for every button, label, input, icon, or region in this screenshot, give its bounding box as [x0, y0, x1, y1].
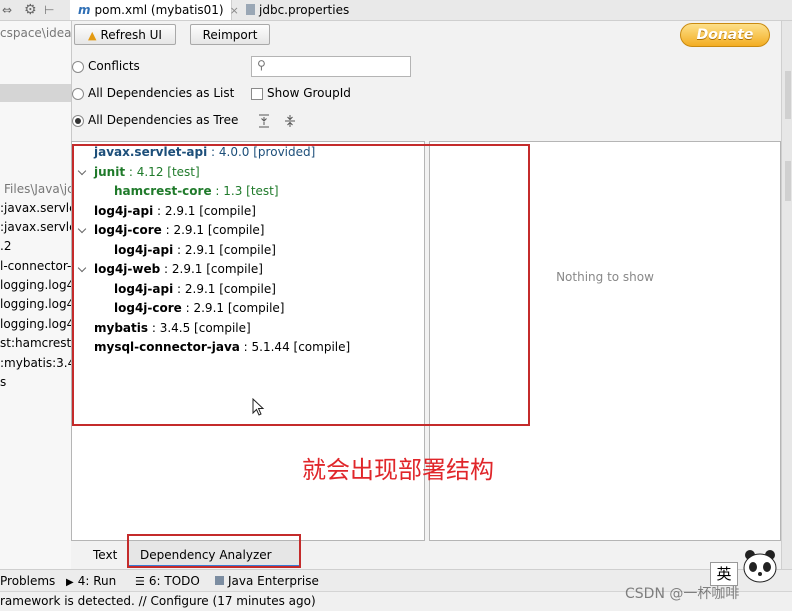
status-text: ramework is detected. // Configure (17 m…: [0, 594, 316, 608]
close-tab-icon[interactable]: ×: [230, 4, 239, 17]
show-groupid-checkbox[interactable]: [251, 88, 263, 100]
list-view-label: All Dependencies as List: [88, 86, 235, 100]
project-row[interactable]: :javax.servlet: [0, 218, 71, 236]
refresh-ui-button[interactable]: ▲ Refresh UI: [74, 24, 176, 45]
java-enterprise-icon: [215, 576, 224, 585]
tab-jdbc-properties-label: jdbc.properties: [259, 3, 350, 17]
collapse-all-icon[interactable]: [283, 114, 297, 128]
highlight-box: [127, 534, 301, 568]
project-row[interactable]: l-connector-j: [0, 257, 71, 275]
tool-java-enterprise-label: Java Enterprise: [228, 574, 319, 588]
conflicts-radio[interactable]: [72, 61, 84, 73]
project-row[interactable]: .2: [0, 237, 71, 255]
maven-tool-button[interactable]: [785, 161, 791, 201]
project-row[interactable]: logging.log4: [0, 295, 71, 313]
warning-icon: ▲: [88, 29, 97, 42]
tool-problems-label: Problems: [0, 574, 56, 588]
tool-todo[interactable]: ☰ 6: TODO: [135, 570, 200, 592]
tab-pom-xml-label: pom.xml (mybatis01): [94, 3, 224, 17]
panda-icon: [743, 550, 777, 583]
project-selected-row[interactable]: [0, 84, 71, 102]
search-icon: ⚲: [257, 58, 266, 72]
properties-file-icon: [246, 4, 255, 15]
database-tool-button[interactable]: [785, 71, 791, 119]
refresh-ui-label: Refresh UI: [100, 28, 162, 42]
editor-bottom-tabs: Text Dependency Analyzer: [71, 534, 781, 569]
show-groupid-label: Show GroupId: [267, 86, 351, 100]
tool-todo-label: 6: TODO: [148, 574, 200, 588]
tree-view-radio[interactable]: [72, 115, 84, 127]
conflicts-label: Conflicts: [88, 59, 140, 73]
todo-icon: ☰: [135, 575, 145, 588]
project-panel: cspace\idea2 Files\Java\jc :javax.servle…: [0, 21, 72, 569]
project-row[interactable]: :javax.servlet: [0, 199, 71, 217]
maven-file-icon: m: [78, 3, 91, 17]
project-row[interactable]: logging.log4: [0, 276, 71, 294]
annotation-text: 就会出现部署结构: [302, 456, 494, 484]
highlight-box: [72, 144, 530, 426]
collapse-icon[interactable]: ⇔: [2, 0, 12, 20]
project-row[interactable]: Files\Java\jc: [0, 180, 71, 198]
tab-text[interactable]: Text: [93, 548, 117, 562]
expand-all-icon[interactable]: [257, 114, 271, 128]
editor-tab-strip: ⇔ ⚙ ⊢ m pom.xml (mybatis01) × jdbc.propert…: [0, 0, 792, 21]
run-icon: ▶: [66, 577, 74, 588]
project-path-row[interactable]: cspace\idea2: [0, 24, 71, 42]
reimport-label: Reimport: [202, 28, 258, 42]
project-row[interactable]: s: [0, 373, 71, 391]
project-row[interactable]: logging.log4: [0, 315, 71, 333]
project-row[interactable]: st:hamcrest-c: [0, 334, 71, 352]
project-row[interactable]: :mybatis:3.4.: [0, 354, 71, 372]
list-view-radio[interactable]: [72, 88, 84, 100]
tool-java-enterprise[interactable]: Java Enterprise: [215, 570, 319, 592]
search-input[interactable]: ⚲: [251, 56, 411, 77]
tool-problems[interactable]: Problems: [0, 570, 55, 592]
tab-jdbc-properties[interactable]: jdbc.properties: [246, 0, 349, 20]
csdn-watermark: CSDN @一杯咖啡: [625, 586, 740, 602]
tool-run-label: 4: Run: [77, 574, 117, 588]
tool-run[interactable]: ▶ 4: Run: [66, 570, 116, 592]
tree-view-label: All Dependencies as Tree: [88, 113, 239, 127]
right-tool-strip: [781, 21, 792, 569]
tab-pom-xml[interactable]: m pom.xml (mybatis01) ×: [70, 0, 239, 20]
gear-icon[interactable]: ⚙: [24, 0, 37, 20]
reimport-button[interactable]: Reimport: [190, 24, 270, 45]
minimize-icon[interactable]: ⊢: [44, 0, 54, 20]
donate-button[interactable]: Donate: [680, 23, 770, 47]
